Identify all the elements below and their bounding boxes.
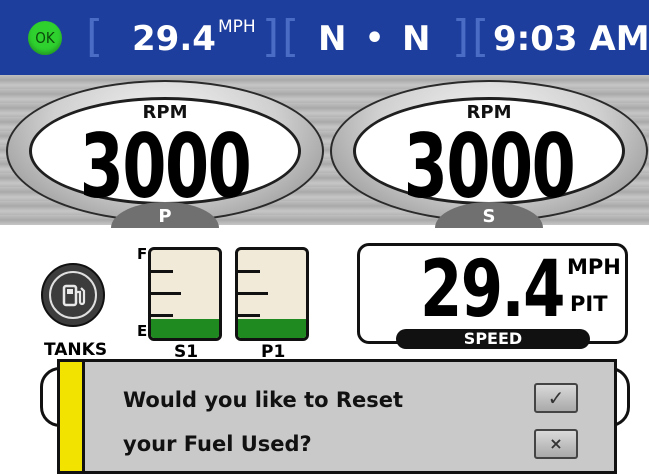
engine-gauge-panel: RPM 3000 P RPM 3000 S <box>0 75 649 228</box>
fuel-level-fill <box>238 318 306 338</box>
bracket-divider: [ <box>472 11 490 62</box>
dialog-message-line1: Would you like to Reset <box>123 388 404 412</box>
tanks-label: TANKS <box>44 340 108 360</box>
dialog-message-line2: your Fuel Used? <box>123 432 312 456</box>
speed-unit: MPH <box>567 255 621 279</box>
bracket-divider: ] <box>262 11 280 62</box>
empty-marker: E <box>137 322 148 340</box>
port-rpm-gauge[interactable]: RPM 3000 P <box>6 80 324 228</box>
level-tick <box>151 314 173 317</box>
rpm-value: 3000 <box>403 115 576 218</box>
level-tick <box>238 292 268 295</box>
speed-tab-label: SPEED <box>396 329 590 349</box>
dialog-accent-stripe <box>60 362 85 471</box>
bracket-divider: [ <box>282 11 300 62</box>
fuel-pump-icon <box>49 271 97 319</box>
level-tick <box>238 314 260 317</box>
starboard-rpm-gauge[interactable]: RPM 3000 S <box>330 80 648 228</box>
ok-status-badge[interactable]: OK <box>28 21 62 55</box>
confirm-button[interactable]: ✓ <box>534 383 578 413</box>
rpm-value: 3000 <box>79 115 252 218</box>
speed-value: 29.4 <box>420 245 565 335</box>
engine-side-tab: P <box>111 202 219 228</box>
engine-side-tab: S <box>435 202 543 228</box>
status-bar: OK [ 29.4 MPH ] [ N • N ] [ 9:03 AM <box>0 0 649 75</box>
speed-source: PIT <box>570 292 608 316</box>
tanks-button[interactable] <box>41 263 105 327</box>
top-speed-unit: MPH <box>218 17 256 37</box>
gauge-face: RPM 3000 <box>29 97 301 214</box>
heading-left: N <box>318 19 347 59</box>
engine-side-label: S <box>482 206 496 227</box>
close-icon: × <box>549 434 563 453</box>
check-icon: ✓ <box>547 386 565 410</box>
level-tick <box>151 292 181 295</box>
clock-time: 9:03 AM <box>493 19 649 59</box>
top-speed-value: 29.4 <box>132 19 216 59</box>
heading-separator: • <box>365 21 385 56</box>
bracket-divider: [ <box>86 11 104 62</box>
heading-right: N <box>402 19 431 59</box>
reset-fuel-dialog: Would you like to Reset your Fuel Used? … <box>57 359 617 474</box>
level-tick <box>238 270 260 273</box>
level-tick <box>151 270 173 273</box>
fuel-level-fill <box>151 318 219 338</box>
engine-side-label: P <box>158 206 172 227</box>
fuel-tank-gauge-s1 <box>148 247 222 341</box>
full-marker: F <box>137 245 148 263</box>
cancel-button[interactable]: × <box>534 429 578 459</box>
bracket-divider: ] <box>452 11 470 62</box>
gauge-face: RPM 3000 <box>353 97 625 214</box>
fuel-tank-gauge-p1 <box>235 247 309 341</box>
